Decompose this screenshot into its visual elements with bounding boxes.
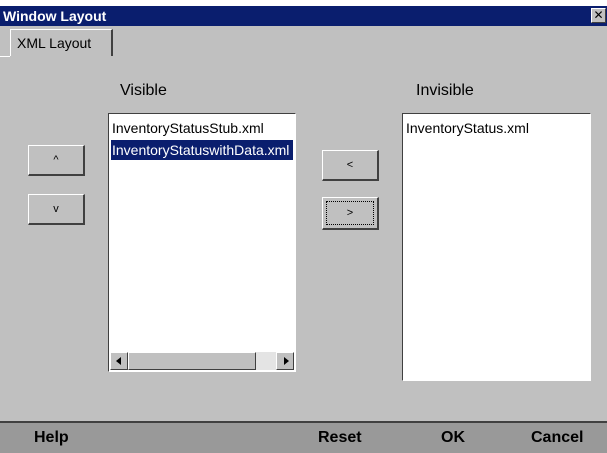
- arrow-right-icon: [284, 357, 289, 365]
- move-to-invisible-button[interactable]: >: [322, 197, 379, 230]
- visible-label: Visible: [120, 82, 167, 99]
- tab-divider: [0, 56, 10, 57]
- window-title: Window Layout: [3, 8, 107, 24]
- reset-button[interactable]: Reset: [318, 423, 362, 453]
- move-to-invisible-label: >: [346, 207, 354, 219]
- close-button[interactable]: ✕: [591, 8, 606, 23]
- invisible-list[interactable]: InventoryStatus.xml: [402, 113, 591, 381]
- window-layout-dialog: Window Layout ✕ XML Layout Visible Invis…: [0, 6, 607, 453]
- footer-bar: Help Reset OK Cancel: [0, 421, 607, 453]
- list-item[interactable]: InventoryStatusStub.xml: [111, 118, 264, 138]
- scroll-left-button[interactable]: [110, 352, 128, 370]
- visible-list[interactable]: InventoryStatusStub.xml InventoryStatusw…: [108, 113, 296, 372]
- list-item[interactable]: InventoryStatus.xml: [405, 118, 529, 138]
- move-to-visible-label: <: [346, 159, 354, 171]
- list-item-selected[interactable]: InventoryStatuswithData.xml: [111, 140, 293, 160]
- cancel-button[interactable]: Cancel: [531, 423, 583, 453]
- tab-xml-layout[interactable]: XML Layout: [10, 29, 113, 56]
- move-down-button[interactable]: v: [28, 194, 85, 225]
- move-up-button[interactable]: ^: [28, 145, 85, 176]
- ok-button[interactable]: OK: [441, 423, 465, 453]
- tab-strip: XML Layout: [0, 26, 607, 56]
- arrow-left-icon: [116, 357, 121, 365]
- title-bar: Window Layout ✕: [0, 6, 607, 26]
- move-up-label: ^: [53, 154, 59, 166]
- scrollbar-thumb[interactable]: [128, 352, 256, 370]
- move-to-visible-button[interactable]: <: [322, 150, 379, 181]
- horizontal-scrollbar[interactable]: [110, 352, 294, 370]
- close-icon: ✕: [593, 8, 604, 22]
- invisible-label: Invisible: [416, 82, 474, 99]
- scroll-right-button[interactable]: [276, 352, 294, 370]
- move-down-label: v: [53, 203, 59, 215]
- tab-label: XML Layout: [17, 35, 92, 51]
- help-button[interactable]: Help: [34, 423, 69, 453]
